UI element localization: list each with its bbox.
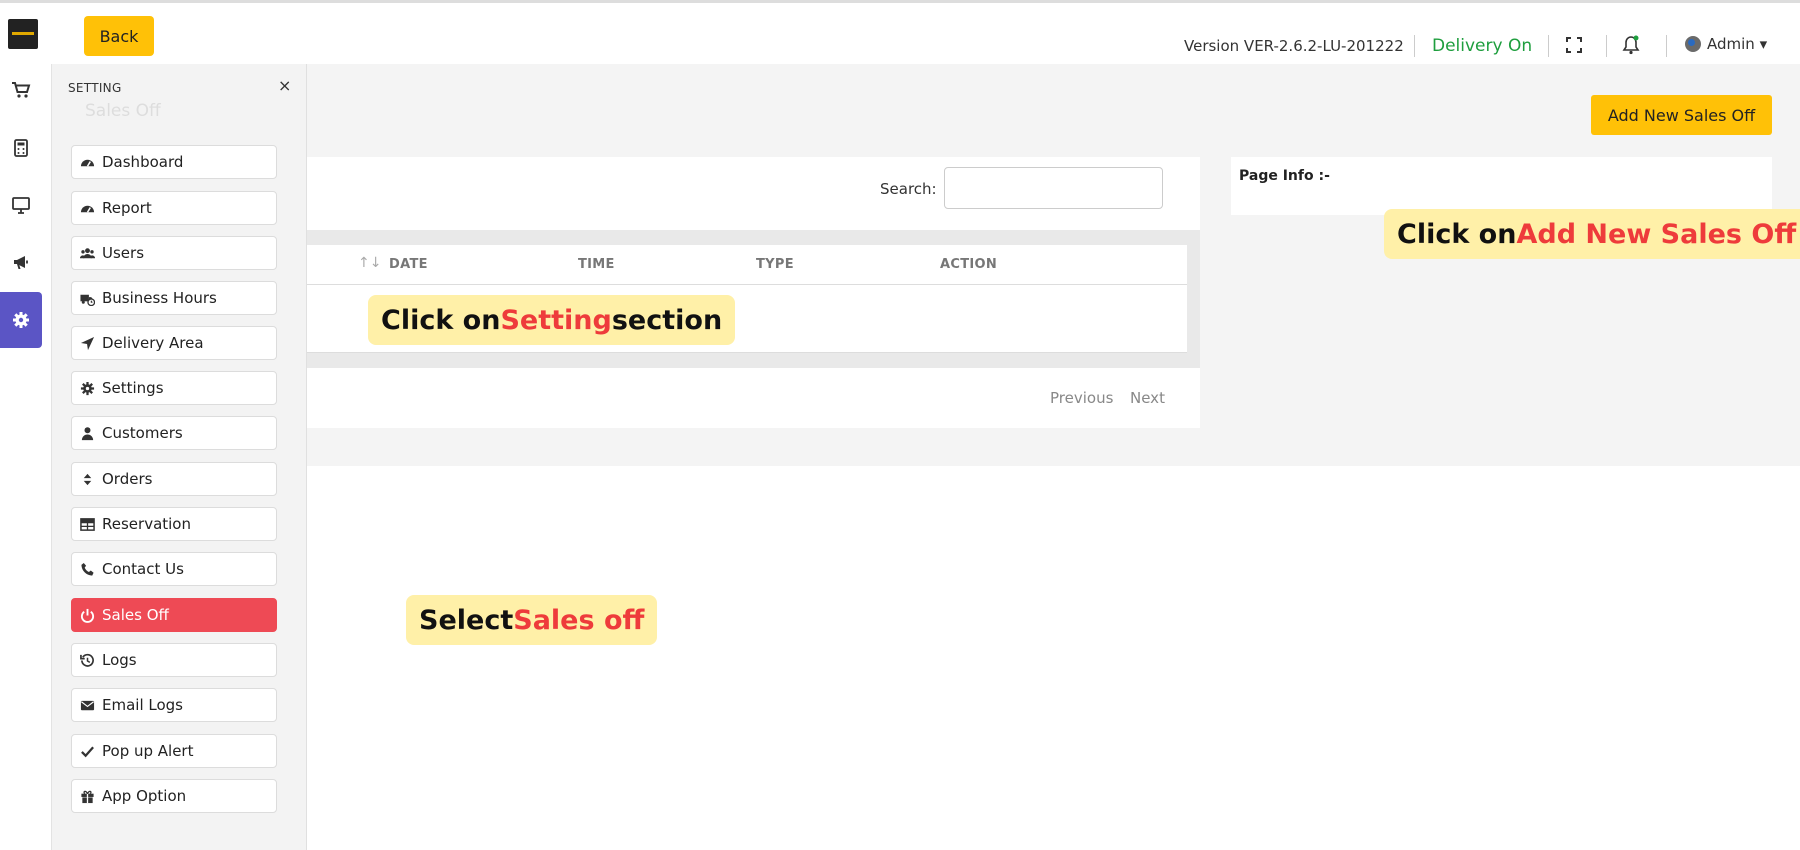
menu-item-logs[interactable]: Logs	[71, 643, 277, 677]
tooltip-highlight: Sales off	[513, 604, 645, 636]
location-arrow-icon	[80, 336, 95, 350]
phone-icon	[81, 562, 94, 576]
divider	[1666, 35, 1667, 57]
fullscreen-icon[interactable]	[1566, 37, 1582, 53]
tooltip-text: Click on	[381, 304, 501, 336]
menu-item-settings[interactable]: Settings	[71, 371, 277, 405]
check-icon	[81, 746, 94, 757]
dashboard-icon	[80, 159, 95, 167]
close-icon[interactable]: ×	[278, 76, 291, 95]
menu-item-customers[interactable]: Customers	[71, 416, 277, 450]
pagination-next[interactable]: Next	[1130, 389, 1165, 407]
rail-item-cart[interactable]	[0, 62, 42, 118]
delivery-status[interactable]: Delivery On	[1432, 36, 1532, 56]
divider	[1548, 35, 1549, 57]
menu-item-label: Delivery Area	[102, 334, 204, 352]
menu-item-label: Report	[102, 199, 152, 217]
divider	[1606, 35, 1607, 57]
menu-item-reservation[interactable]: Reservation	[71, 507, 277, 541]
menu-item-pop-up-alert[interactable]: Pop up Alert	[71, 734, 277, 768]
menu-item-email-logs[interactable]: Email Logs	[71, 688, 277, 722]
menu-item-label: Users	[102, 244, 145, 262]
tooltip-sales-off: Select Sales off	[406, 595, 658, 645]
menu-item-label: Pop up Alert	[102, 742, 194, 760]
gift-icon	[81, 790, 94, 803]
table-icon	[80, 517, 95, 531]
cart-icon	[12, 82, 31, 98]
users-icon	[80, 247, 95, 258]
add-new-sales-off-button[interactable]: Add New Sales Off	[1591, 95, 1772, 135]
panel-title: SETTING	[68, 81, 122, 95]
envelope-icon	[80, 700, 95, 710]
menu-item-label: Orders	[102, 470, 153, 488]
column-header-time[interactable]: TIME	[578, 257, 615, 272]
column-header-type[interactable]: TYPE	[756, 257, 794, 272]
menu-item-orders[interactable]: Orders	[71, 462, 277, 496]
rail-item-calculator[interactable]	[0, 120, 42, 176]
truck-clock-icon	[80, 294, 95, 306]
menu-item-label: Business Hours	[102, 289, 217, 307]
calculator-icon	[14, 139, 28, 157]
rail-item-monitor[interactable]	[0, 177, 42, 233]
column-header-date[interactable]: DATE	[389, 257, 428, 272]
menu-item-label: Sales Off	[102, 606, 169, 624]
gear-icon	[13, 312, 29, 328]
back-button[interactable]: Back	[84, 16, 154, 56]
menu-item-contact-us[interactable]: Contact Us	[71, 552, 277, 586]
menu-item-label: Contact Us	[102, 560, 184, 578]
history-icon	[80, 653, 94, 667]
column-header-action[interactable]: ACTION	[940, 257, 997, 272]
user-icon	[81, 426, 94, 440]
sort-icon[interactable]: ↑↓	[358, 255, 381, 271]
megaphone-icon	[14, 256, 28, 269]
tooltip-text: Click on	[1397, 218, 1517, 250]
menu-item-label: Settings	[102, 379, 164, 397]
menu-item-dashboard[interactable]: Dashboard	[71, 145, 277, 179]
search-label: Search:	[880, 180, 937, 198]
tooltip-text: section	[611, 304, 723, 336]
menu-item-report[interactable]: Report	[71, 191, 277, 225]
monitor-icon	[12, 197, 30, 214]
rail-item-settings[interactable]	[0, 292, 42, 348]
page-info-card	[1231, 157, 1772, 215]
tooltip-add-new: Click on Add New Sales Off	[1384, 209, 1800, 259]
menu-item-sales-off[interactable]: Sales Off	[71, 598, 277, 632]
version-text: Version VER-2.6.2-LU-201222	[1184, 37, 1404, 55]
menu-item-label: Reservation	[102, 515, 191, 533]
menu-item-delivery-area[interactable]: Delivery Area	[71, 326, 277, 360]
bell-icon[interactable]	[1622, 35, 1640, 55]
power-icon	[80, 608, 95, 623]
menu-item-label: Logs	[102, 651, 137, 669]
divider	[1414, 35, 1415, 57]
menu-item-label: Email Logs	[102, 696, 183, 714]
menu-item-label: Dashboard	[102, 153, 184, 171]
top-bar: Back Version VER-2.6.2-LU-201222 Deliver…	[0, 0, 1800, 64]
menu-item-users[interactable]: Users	[71, 236, 277, 270]
tooltip-highlight: Add New Sales Off	[1516, 218, 1797, 250]
app-logo	[8, 19, 38, 49]
rail-item-marketing[interactable]	[0, 234, 42, 290]
pagination-previous[interactable]: Previous	[1050, 389, 1113, 407]
dashboard-icon	[80, 205, 95, 213]
tooltip-setting: Click on Setting section	[368, 295, 736, 345]
tooltip-text: Select	[419, 604, 514, 636]
table-header-row	[300, 245, 1187, 285]
gear-icon	[80, 381, 95, 395]
settings-panel	[52, 64, 307, 850]
globe-icon	[1685, 36, 1701, 52]
search-input[interactable]	[944, 167, 1163, 209]
menu-item-label: App Option	[102, 787, 187, 805]
page-info-title: Page Info :-	[1239, 168, 1330, 184]
tooltip-highlight: Setting	[500, 304, 612, 336]
sort-icon	[83, 473, 92, 485]
menu-item-app-option[interactable]: App Option	[71, 779, 277, 813]
admin-label: Admin ▾	[1707, 35, 1768, 53]
menu-item-label: Customers	[102, 424, 183, 442]
menu-item-business-hours[interactable]: Business Hours	[71, 281, 277, 315]
page-title-ghost: Sales Off	[85, 101, 161, 121]
admin-menu[interactable]: Admin ▾	[1685, 35, 1767, 53]
